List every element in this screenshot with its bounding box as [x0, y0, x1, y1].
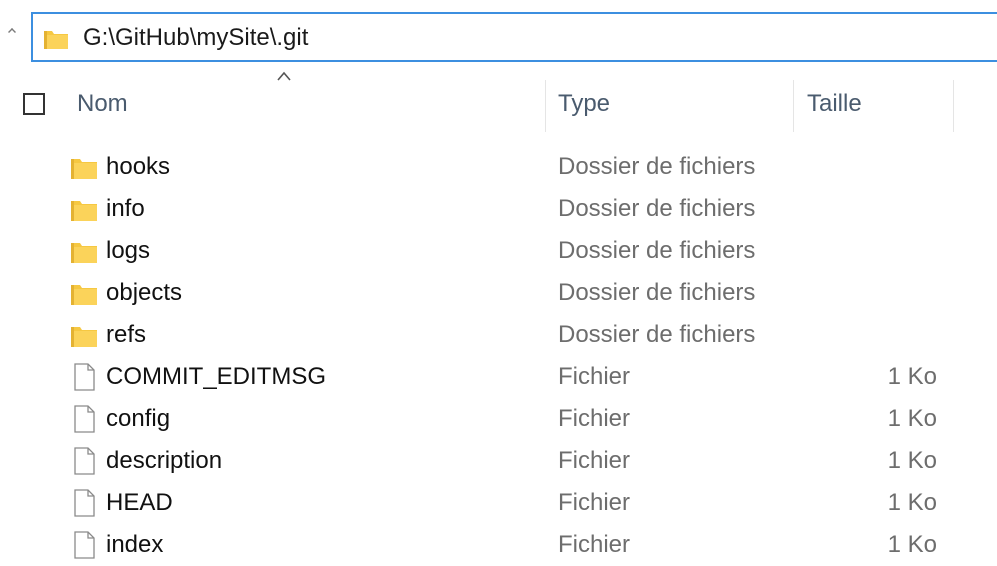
file-type: Dossier de fichiers	[558, 195, 756, 222]
folder-icon	[70, 279, 98, 307]
folder-icon	[70, 237, 98, 265]
column-divider[interactable]	[793, 80, 794, 132]
file-row[interactable]: COMMIT_EDITMSG Fichier 1 Ko	[0, 356, 997, 398]
file-type: Fichier	[558, 531, 631, 558]
file-type: Fichier	[558, 405, 631, 432]
address-path[interactable]: G:\GitHub\mySite\.git	[83, 24, 308, 52]
file-icon	[70, 363, 98, 391]
file-name[interactable]: info	[106, 195, 145, 223]
file-type: Fichier	[558, 447, 631, 474]
file-row[interactable]: index Fichier 1 Ko	[0, 524, 997, 566]
file-icon	[70, 405, 98, 433]
file-row[interactable]: HEAD Fichier 1 Ko	[0, 482, 997, 524]
file-row[interactable]: config Fichier 1 Ko	[0, 398, 997, 440]
file-name[interactable]: hooks	[106, 153, 170, 181]
folder-icon	[70, 153, 98, 181]
file-icon	[70, 531, 98, 559]
file-size: 1 Ko	[887, 447, 937, 474]
back-arrow-icon[interactable]	[8, 28, 16, 36]
file-row[interactable]: info Dossier de fichiers	[0, 188, 997, 230]
column-header-type[interactable]: Type	[558, 90, 610, 118]
file-name[interactable]: index	[106, 531, 163, 559]
address-row: G:\GitHub\mySite\.git	[0, 0, 997, 68]
file-name[interactable]: HEAD	[106, 489, 173, 517]
folder-icon	[43, 26, 69, 57]
file-name[interactable]: config	[106, 405, 170, 433]
column-divider[interactable]	[953, 80, 954, 132]
file-row[interactable]: hooks Dossier de fichiers	[0, 146, 997, 188]
file-type: Dossier de fichiers	[558, 279, 756, 306]
file-row[interactable]: logs Dossier de fichiers	[0, 230, 997, 272]
folder-icon	[70, 321, 98, 349]
column-header-name[interactable]: Nom	[77, 90, 128, 118]
file-icon	[70, 447, 98, 475]
file-list: hooks Dossier de fichiers info Dossier de f…	[0, 146, 997, 566]
file-row[interactable]: description Fichier 1 Ko	[0, 440, 997, 482]
file-size: 1 Ko	[887, 489, 937, 516]
file-row[interactable]: objects Dossier de fichiers	[0, 272, 997, 314]
file-type: Fichier	[558, 489, 631, 516]
file-type: Fichier	[558, 363, 631, 390]
column-header-size[interactable]: Taille	[807, 90, 862, 118]
file-size: 1 Ko	[887, 405, 937, 432]
column-divider[interactable]	[545, 80, 546, 132]
file-name[interactable]: COMMIT_EDITMSG	[106, 363, 326, 391]
file-type: Dossier de fichiers	[558, 237, 756, 264]
select-all-checkbox[interactable]	[23, 93, 45, 115]
file-icon	[70, 489, 98, 517]
file-name[interactable]: objects	[106, 279, 182, 307]
file-size: 1 Ko	[887, 363, 937, 390]
file-type: Dossier de fichiers	[558, 321, 756, 348]
column-header: Nom Type Taille	[0, 80, 997, 132]
file-row[interactable]: refs Dossier de fichiers	[0, 314, 997, 356]
file-name[interactable]: description	[106, 447, 222, 475]
file-size: 1 Ko	[887, 531, 937, 558]
file-type: Dossier de fichiers	[558, 153, 756, 180]
file-name[interactable]: logs	[106, 237, 150, 265]
folder-icon	[70, 195, 98, 223]
file-name[interactable]: refs	[106, 321, 146, 349]
address-bar[interactable]: G:\GitHub\mySite\.git	[31, 12, 997, 62]
